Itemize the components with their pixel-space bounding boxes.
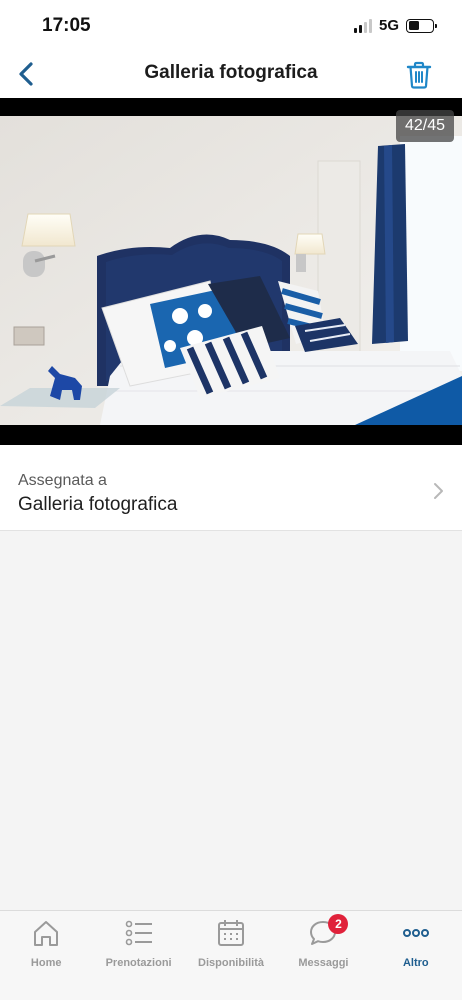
tab-home-label: Home [30,957,62,969]
assigned-to-row[interactable]: Assegnata a Galleria fotografica [0,445,462,531]
tab-altro-label: Altro [402,957,429,969]
tab-home[interactable]: Home [0,911,92,1000]
network-label: 5G [378,17,399,34]
battery-icon [406,18,437,33]
tab-disponibilita-label: Disponibilità [198,957,265,969]
signal-icon [353,18,372,33]
more-icon [402,929,429,937]
tab-disponibilita[interactable]: Disponibilità [185,911,277,1000]
photo-viewer[interactable]: 42/45 [0,98,462,445]
tab-prenotazioni[interactable]: Prenotazioni [92,911,184,1000]
assigned-caption: Assegnata a [18,472,107,489]
calendar-icon [218,920,245,946]
status-indicators: 5G [353,17,437,34]
tab-messaggi-label: Messaggi [298,957,349,969]
tab-altro[interactable]: Altro [370,911,462,1000]
list-icon [125,920,152,946]
trash-icon [406,61,432,89]
messages-badge: 2 [328,914,349,934]
nav-header: Galleria fotografica [0,50,462,98]
status-bar: 17:05 5G [0,0,462,50]
gallery-photo[interactable] [0,116,462,425]
tab-messaggi[interactable]: 2 Messaggi [277,911,369,1000]
tab-bar: Home Prenotazioni Disponibilità 2 Messag… [0,910,462,1000]
assigned-value: Galleria fotografica [18,494,178,515]
photo-counter: 42/45 [395,110,454,142]
bedroom-photo-image [0,116,462,425]
chevron-right-icon [434,483,443,499]
status-time: 17:05 [42,15,91,36]
tab-prenotazioni-label: Prenotazioni [105,957,172,969]
home-icon [34,921,59,946]
page-title: Galleria fotografica [144,62,318,83]
delete-button[interactable] [402,58,436,92]
